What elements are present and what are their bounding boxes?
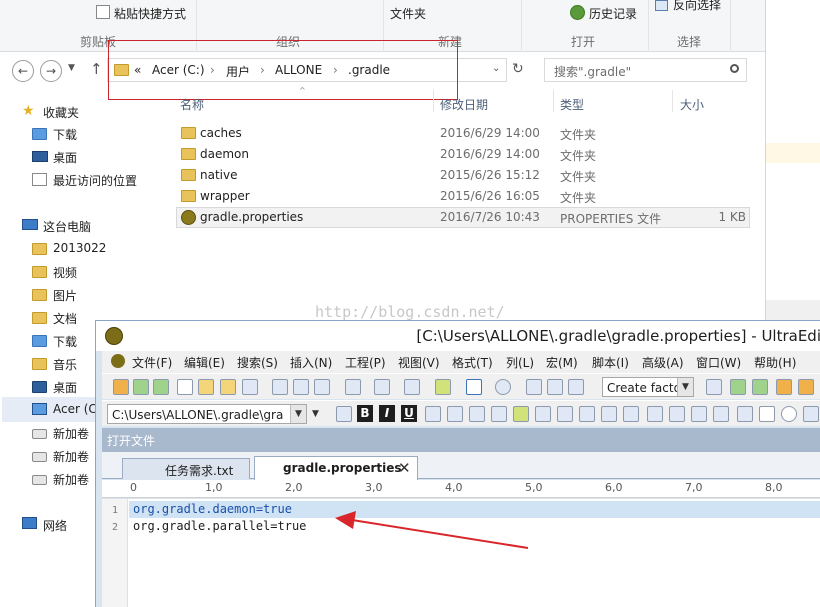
annotation-arrow — [335, 511, 529, 549]
arrow-shaft — [351, 519, 529, 549]
arrow-head — [335, 511, 356, 529]
